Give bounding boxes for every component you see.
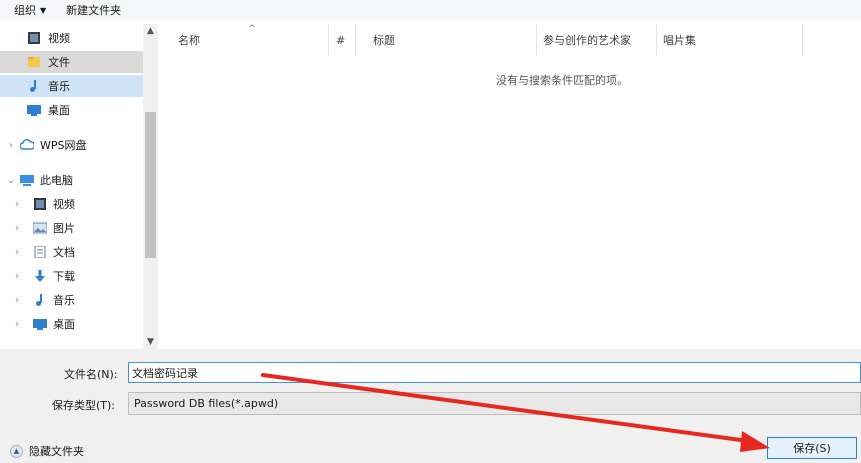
chevron-right-icon[interactable]: ›	[12, 319, 22, 330]
save-button-label: 保存(S)	[793, 442, 831, 455]
new-folder-label: 新建文件夹	[66, 4, 122, 17]
sidebar-item-label: 此电脑	[40, 174, 73, 187]
sidebar-item-label: 视频	[53, 198, 75, 211]
desktop-icon	[33, 319, 47, 330]
hide-folders-toggle[interactable]: ▲ 隐藏文件夹	[10, 443, 84, 459]
chevron-down-icon: ▼	[40, 5, 47, 15]
organize-label: 组织	[14, 4, 36, 17]
sidebar-item-pictures[interactable]: › 图片	[0, 217, 143, 239]
music-note-icon	[36, 294, 42, 306]
column-header-artist[interactable]: 参与创作的艺术家	[536, 24, 656, 56]
column-divider[interactable]	[802, 24, 803, 56]
sidebar-item-pc-music[interactable]: › 音乐	[0, 289, 143, 311]
video-icon	[34, 198, 46, 210]
sidebar-item-desktop[interactable]: 桌面	[0, 99, 143, 121]
sidebar-item-videos[interactable]: 视频	[0, 27, 143, 49]
sidebar-item-this-pc[interactable]: ⌄ 此电脑	[0, 169, 143, 191]
chevron-right-icon[interactable]: ›	[12, 247, 22, 258]
music-note-icon	[30, 80, 36, 92]
folder-icon	[28, 57, 40, 67]
picture-icon	[33, 222, 47, 234]
organize-menu[interactable]: 组织 ▼	[14, 2, 46, 18]
sidebar-item-label: 桌面	[48, 104, 70, 117]
column-header-title[interactable]: 标题	[355, 24, 536, 56]
sort-up-icon: ^	[248, 24, 256, 34]
collapse-up-icon: ▲	[10, 444, 23, 458]
sidebar-item-documents[interactable]: › 文档	[0, 241, 143, 263]
chevron-right-icon[interactable]: ›	[12, 223, 22, 234]
video-icon	[28, 32, 40, 44]
column-header-album[interactable]: 唱片集	[656, 24, 802, 56]
column-header-label: 名称	[178, 34, 200, 47]
toolbar: 组织 ▼ 新建文件夹	[0, 0, 861, 20]
computer-icon	[20, 175, 34, 186]
column-header-label: 标题	[373, 34, 395, 47]
column-header-label: 唱片集	[663, 34, 696, 47]
chevron-right-icon[interactable]: ›	[12, 199, 22, 210]
save-dialog: 组织 ▼ 新建文件夹 视频 文件 音乐 桌面 › WPS网盘 ⌄ 此电脑 › 视…	[0, 0, 861, 463]
filename-label: 文件名(N):	[64, 368, 118, 381]
file-list-pane: 名称 ^ # 标题 参与创作的艺术家 唱片集 没有与搜索条件匹配的项。	[160, 24, 861, 349]
new-folder-button[interactable]: 新建文件夹	[66, 2, 121, 18]
column-header-name[interactable]: 名称	[160, 24, 328, 56]
chevron-down-icon[interactable]: ⌄	[6, 175, 16, 186]
sidebar-item-label: 文件	[48, 56, 70, 69]
scroll-thumb[interactable]	[145, 112, 156, 258]
sidebar-item-files[interactable]: 文件	[0, 51, 143, 73]
chevron-right-icon[interactable]: ›	[6, 140, 16, 151]
sidebar-item-label: 音乐	[53, 294, 75, 307]
sidebar-item-label: 下载	[53, 270, 75, 283]
download-arrow-icon	[35, 270, 45, 282]
scroll-down-icon[interactable]: ▼	[143, 335, 158, 349]
document-icon	[34, 246, 46, 258]
filename-input[interactable]	[128, 362, 861, 383]
scroll-up-icon[interactable]: ▲	[143, 24, 158, 38]
column-header-label: #	[336, 33, 346, 47]
save-form: 文件名(N): 保存类型(T): Password DB files(*.apw…	[0, 349, 861, 463]
save-button[interactable]: 保存(S)	[767, 437, 857, 459]
sidebar-item-label: WPS网盘	[40, 139, 87, 152]
chevron-right-icon[interactable]: ›	[12, 271, 22, 282]
save-type-label: 保存类型(T):	[52, 399, 116, 412]
sidebar-scrollbar[interactable]: ▲ ▼	[143, 24, 158, 349]
column-header-label: 参与创作的艺术家	[543, 34, 631, 47]
empty-state-message: 没有与搜索条件匹配的项。	[496, 74, 628, 87]
sidebar-item-label: 桌面	[53, 318, 75, 331]
column-header-number[interactable]: #	[328, 24, 355, 56]
desktop-icon	[27, 105, 41, 116]
sidebar-item-wps-cloud[interactable]: › WPS网盘	[0, 134, 143, 156]
navigation-pane: 视频 文件 音乐 桌面 › WPS网盘 ⌄ 此电脑 › 视频 › 图片 › 文档…	[0, 24, 160, 349]
chevron-right-icon[interactable]: ›	[12, 295, 22, 306]
sidebar-item-label: 图片	[53, 222, 75, 235]
sidebar-item-downloads[interactable]: › 下载	[0, 265, 143, 287]
sidebar-item-label: 视频	[48, 32, 70, 45]
sidebar-item-label: 音乐	[48, 80, 70, 93]
save-type-select[interactable]: Password DB files(*.apwd)	[128, 392, 861, 415]
sidebar-item-pc-videos[interactable]: › 视频	[0, 193, 143, 215]
cloud-icon	[20, 139, 34, 150]
hide-folders-label: 隐藏文件夹	[29, 445, 84, 458]
sidebar-item-label: 文档	[53, 246, 75, 259]
save-type-value: Password DB files(*.apwd)	[134, 397, 279, 410]
sidebar-item-music[interactable]: 音乐	[0, 75, 143, 97]
sidebar-item-pc-desktop[interactable]: › 桌面	[0, 313, 143, 335]
